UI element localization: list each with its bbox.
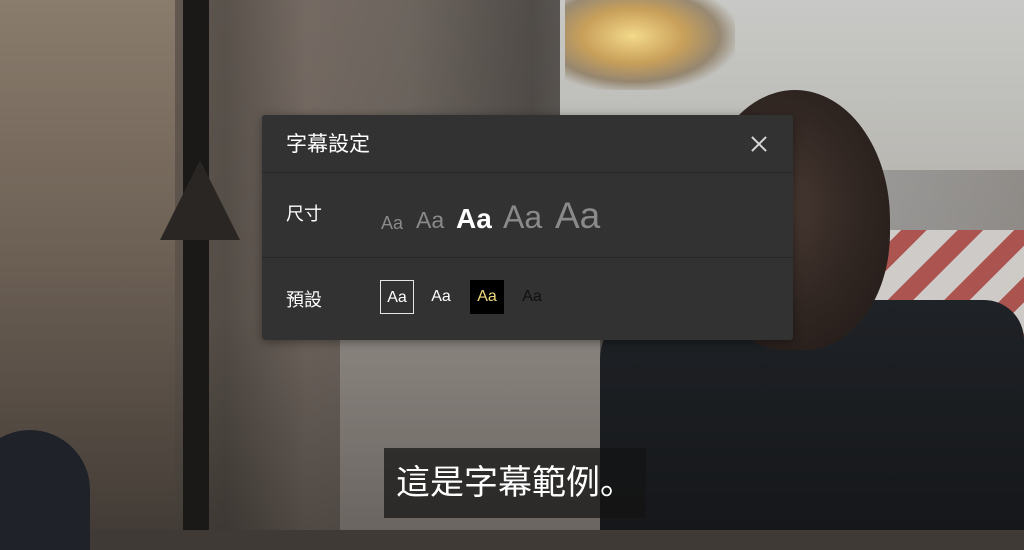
preset-option-yellow-on-black[interactable]: Aa	[470, 280, 504, 314]
street-sign	[160, 160, 240, 240]
explosion-background	[565, 0, 735, 90]
preset-row: 預設 Aa Aa Aa Aa	[262, 258, 793, 340]
close-icon[interactable]	[744, 129, 774, 159]
preset-option-outlined[interactable]: Aa	[380, 280, 414, 314]
preset-option-white[interactable]: Aa	[424, 280, 458, 314]
dialog-header: 字幕設定	[262, 115, 793, 173]
size-option-1[interactable]: Aa	[381, 214, 403, 232]
size-option-5[interactable]: Aa	[555, 197, 600, 234]
dialog-title: 字幕設定	[286, 132, 370, 156]
size-row: 尺寸 Aa Aa Aa Aa Aa	[262, 173, 793, 258]
size-option-4[interactable]: Aa	[503, 201, 542, 233]
subtitle-caption: 這是字幕範例。	[384, 448, 646, 518]
street-pole	[183, 0, 209, 530]
preset-option-dark[interactable]: Aa	[515, 280, 549, 314]
size-option-2[interactable]: Aa	[416, 209, 444, 232]
preset-label: 預設	[286, 290, 322, 311]
size-label: 尺寸	[286, 204, 322, 225]
subtitle-settings-dialog: 字幕設定 尺寸 Aa Aa Aa Aa Aa 預設 Aa Aa Aa Aa	[262, 115, 793, 340]
size-option-3[interactable]: Aa	[456, 205, 492, 233]
